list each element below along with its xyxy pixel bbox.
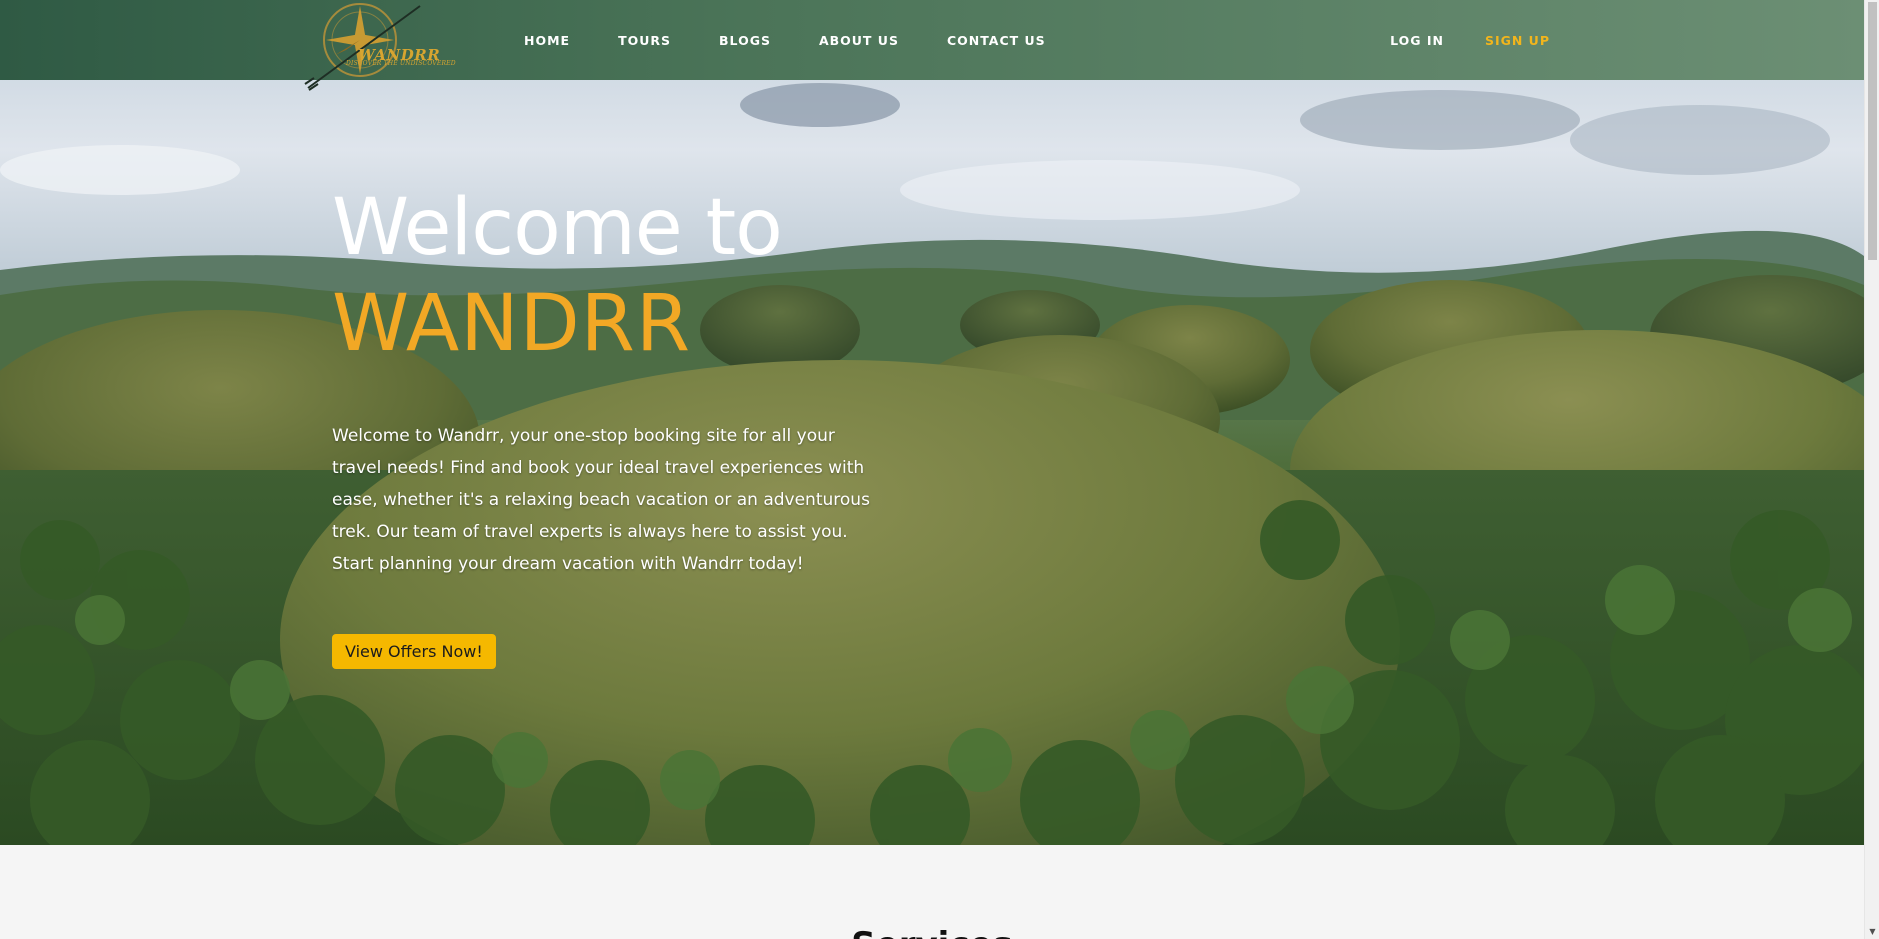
hero-title-line1: Welcome to bbox=[332, 183, 783, 273]
signup-link[interactable]: SIGN UP bbox=[1485, 33, 1550, 48]
auth-links: LOG IN SIGN UP bbox=[1390, 0, 1550, 80]
chevron-down-icon[interactable]: ▼ bbox=[1868, 927, 1877, 936]
page: WANDRR DISCOVER THE UNDISCOVERED HOME TO… bbox=[0, 0, 1879, 939]
navbar: WANDRR DISCOVER THE UNDISCOVERED HOME TO… bbox=[0, 0, 1864, 91]
hero-title-brand: WANDRR bbox=[332, 279, 692, 369]
brand-tagline: DISCOVER THE UNDISCOVERED bbox=[346, 60, 456, 67]
hero-content: Welcome to WANDRR Welcome to Wandrr, you… bbox=[332, 180, 892, 669]
nav-home[interactable]: HOME bbox=[524, 33, 570, 48]
services-title: Services bbox=[0, 925, 1864, 939]
scrollbar-thumb[interactable] bbox=[1868, 2, 1877, 260]
hero-description: Welcome to Wandrr, your one-stop booking… bbox=[332, 426, 870, 574]
hero-title: Welcome to WANDRR bbox=[332, 180, 892, 372]
hero-section bbox=[0, 0, 1864, 845]
page-scrollbar[interactable]: ▼ bbox=[1864, 0, 1879, 939]
main-nav: HOME TOURS BLOGS ABOUT US CONTACT US bbox=[524, 0, 1094, 80]
nav-about-us[interactable]: ABOUT US bbox=[819, 33, 899, 48]
nav-tours[interactable]: TOURS bbox=[618, 33, 671, 48]
nav-contact-us[interactable]: CONTACT US bbox=[947, 33, 1046, 48]
view-offers-button[interactable]: View Offers Now! bbox=[332, 634, 496, 669]
services-section: Services bbox=[0, 845, 1864, 939]
nav-blogs[interactable]: BLOGS bbox=[719, 33, 771, 48]
brand-logo[interactable]: WANDRR DISCOVER THE UNDISCOVERED bbox=[300, 0, 465, 92]
login-link[interactable]: LOG IN bbox=[1390, 33, 1444, 48]
hero-background-image bbox=[0, 0, 1864, 845]
